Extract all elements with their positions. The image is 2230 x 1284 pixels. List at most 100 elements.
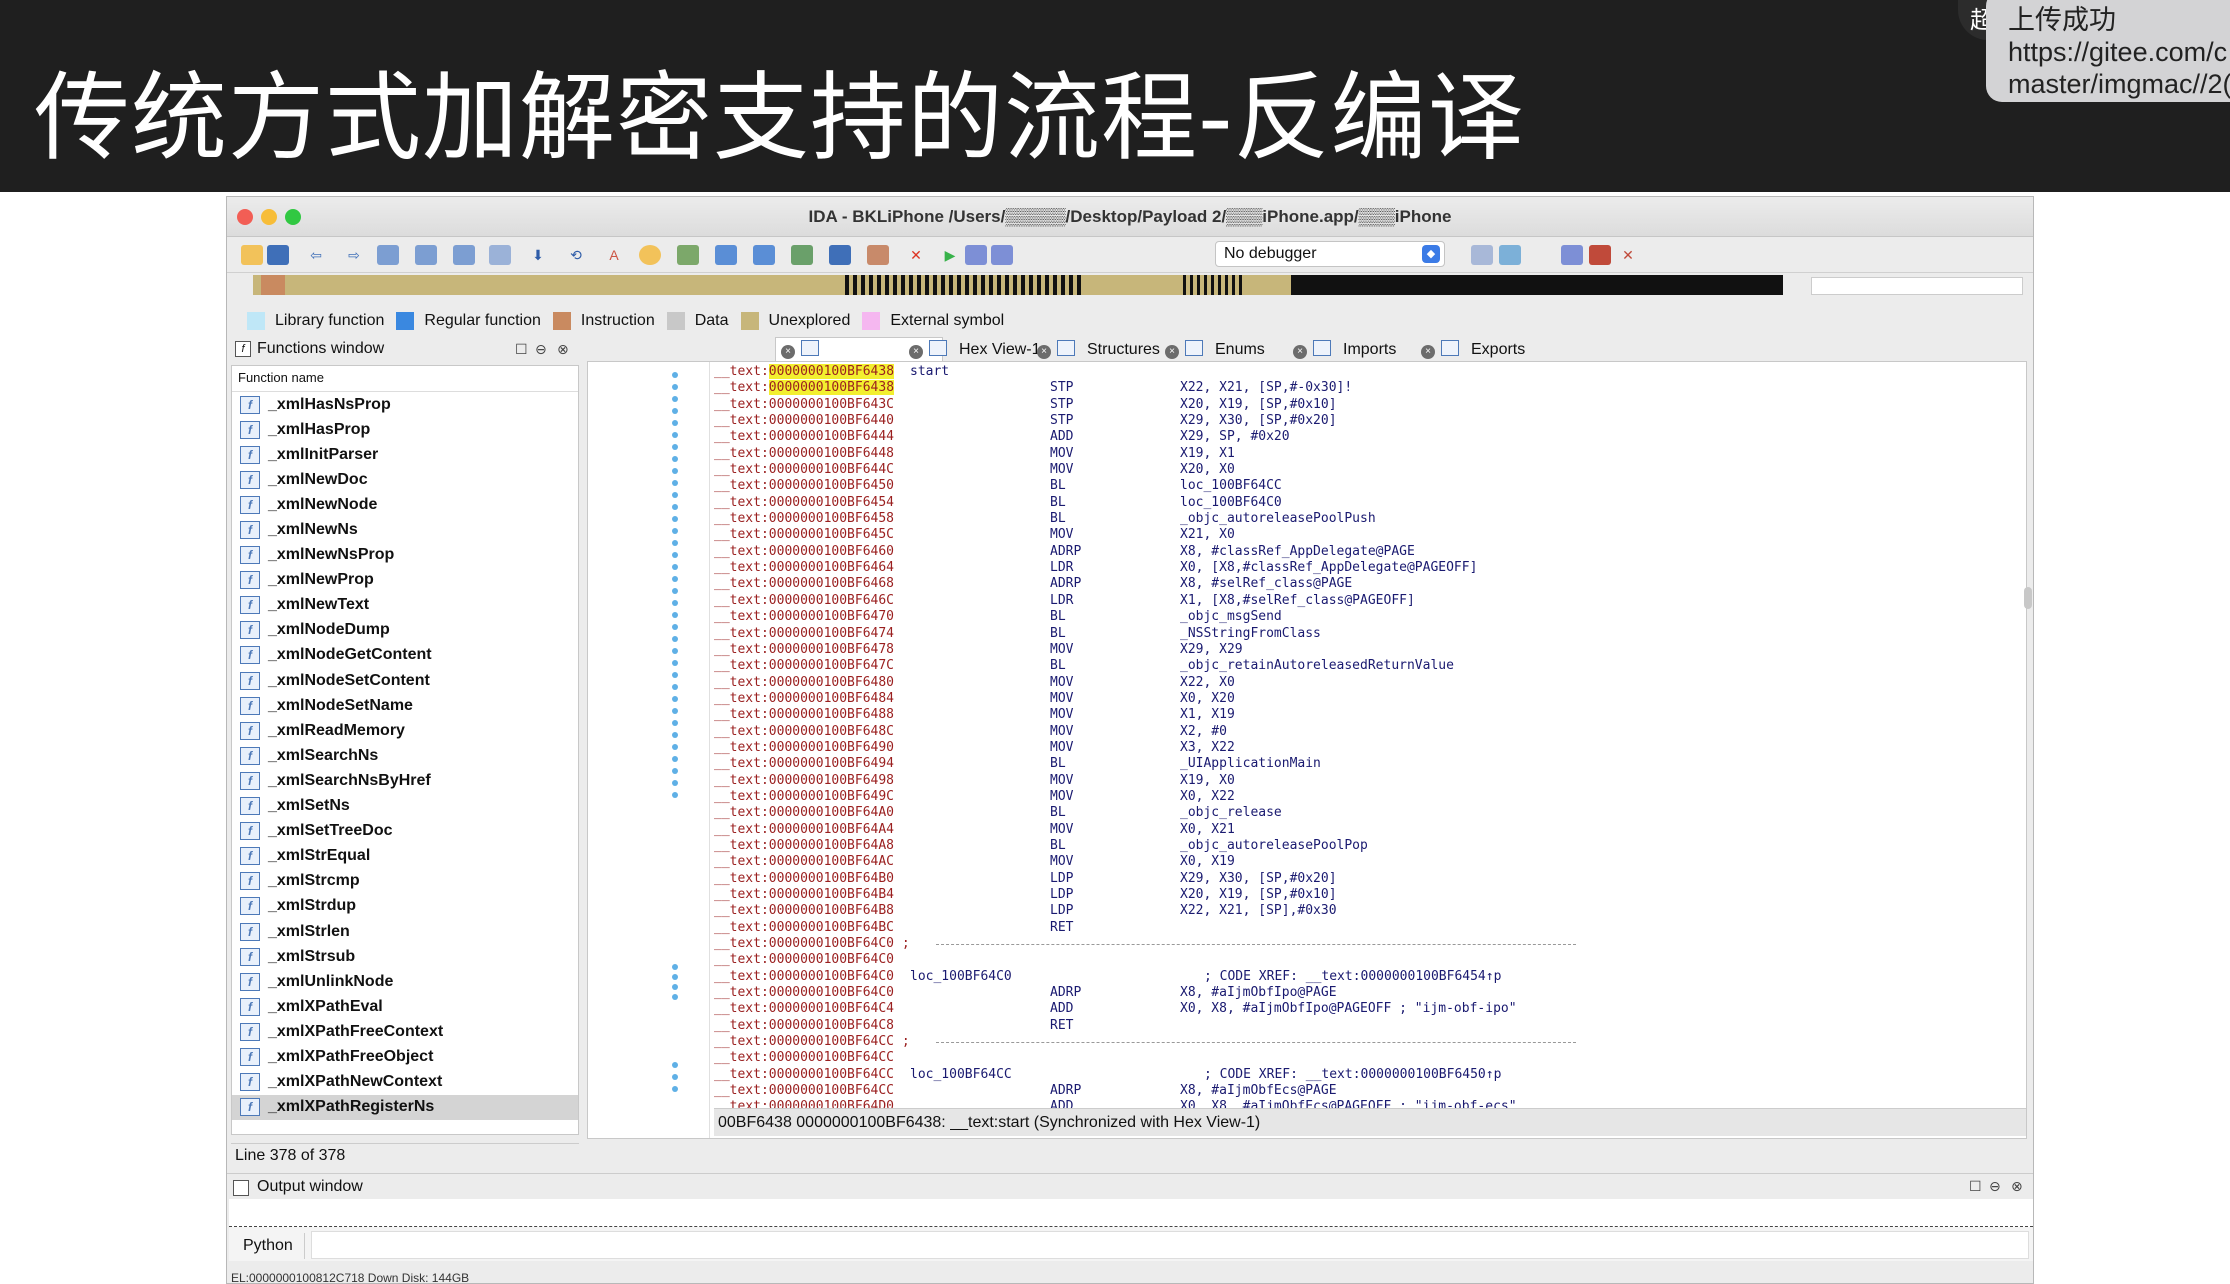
function-list-item[interactable]: f _xmlSearchNs [232,743,578,768]
disassembly-line[interactable]: __text:0000000100BF647C BL _objc_retainAut… [714,658,2014,674]
tab-ida-view[interactable]: × [781,337,831,361]
code-label[interactable]: loc_100BF64C0 [910,969,1012,985]
graph-icon[interactable] [677,245,699,265]
disassembly-line[interactable]: __text:0000000100BF64C0 ADRP X8, #aIjmObfI… [714,985,2014,1001]
debug-step-icon[interactable] [1499,245,1521,265]
function-list-item[interactable]: f _xmlStrlen [232,919,578,944]
function-list-item[interactable]: f _xmlNodeDump [232,618,578,643]
function-list-item[interactable]: f _xmlNewNs [232,517,578,542]
run-icon[interactable]: ▶ [939,245,961,265]
function-icon[interactable] [791,245,813,265]
function-list-item[interactable]: f _xmlNewText [232,593,578,618]
disassembly-line[interactable]: __text:0000000100BF6484 MOV X0, X20 [714,691,2014,707]
disassembly-line[interactable]: __text:0000000100BF648C MOV X2, #0 [714,724,2014,740]
disassembly-line[interactable]: __text:0000000100BF6444 ADD X29, SP, #0x20 [714,429,2014,445]
close-panel-icon[interactable]: ⊗ [557,341,569,358]
disassembly-line[interactable]: __text:0000000100BF644C MOV X20, X0 [714,462,2014,478]
nav-range-field[interactable] [1811,277,2023,295]
binary-icon[interactable] [453,245,475,265]
export-icon[interactable] [715,245,737,265]
disassembly-line[interactable]: __text:0000000100BF6460 ADRP X8, #classRef… [714,544,2014,560]
close-tab-icon[interactable]: × [781,345,795,359]
function-list-item[interactable]: f _xmlXPathNewContext [232,1070,578,1095]
text-search-icon[interactable]: ⟲ [565,245,587,265]
function-list-item[interactable]: f _xmlSetNs [232,794,578,819]
disassembly-line[interactable]: __text:0000000100BF6490 MOV X3, X22 [714,740,2014,756]
disassembly-line[interactable]: __text:0000000100BF6464 LDR X0, [X8,#class… [714,560,2014,576]
jump-down-icon[interactable]: ⬇ [527,245,549,265]
function-list-item[interactable]: f _xmlNodeSetContent [232,668,578,693]
tab-imports[interactable]: × Imports [1293,337,1396,361]
search-binary-icon[interactable] [489,245,511,265]
disassembly-line[interactable]: __text:0000000100BF64CC ; [714,1034,2014,1050]
tab-enums[interactable]: × Enums [1165,337,1265,361]
disassembly-line[interactable]: __text:0000000100BF64A0 BL _objc_release [714,805,2014,821]
python-button[interactable]: Python [233,1233,305,1259]
disassembly-lines[interactable]: __text:0000000100BF6438 start __text:00000… [714,364,2014,1132]
trace-icon[interactable] [1589,245,1611,265]
breakpoint-icon[interactable] [1561,245,1583,265]
function-list-item[interactable]: f _xmlXPathFreeObject [232,1044,578,1069]
close-panel-icon[interactable]: ⊗ [2011,1178,2023,1195]
close-tab-icon[interactable]: × [1037,345,1051,359]
disassembly-line[interactable]: __text:0000000100BF6468 ADRP X8, #selRef_c… [714,576,2014,592]
upload-toast[interactable]: 上传成功 https://gitee.com/c master/imgmac//… [1986,0,2230,102]
function-list-item[interactable]: f _xmlStrcmp [232,869,578,894]
function-list-item[interactable]: f _xmlStrsub [232,944,578,969]
disassembly-line[interactable]: __text:0000000100BF64AC MOV X0, X19 [714,854,2014,870]
font-icon[interactable]: A [603,245,625,265]
edit-icon[interactable] [867,245,889,265]
disassembly-line[interactable]: __text:0000000100BF64A8 BL _objc_autorelea… [714,838,2014,854]
tab-hex-view[interactable]: × Hex View-1 [909,337,1041,361]
paste-icon[interactable] [415,245,437,265]
disassembly-line[interactable]: __text:0000000100BF64CC [714,1050,2014,1066]
disassembly-line[interactable]: __text:0000000100BF6480 MOV X22, X0 [714,675,2014,691]
disassembly-line[interactable]: __text:0000000100BF64B8 LDP X22, X21, [SP]… [714,903,2014,919]
function-list-item[interactable]: f _xmlNodeSetName [232,693,578,718]
function-list-item[interactable]: f _xmlHasNsProp [232,392,578,417]
disassembly-line[interactable]: __text:0000000100BF6494 BL _UIApplicationM… [714,756,2014,772]
code-label[interactable]: loc_100BF64CC [910,1067,1012,1083]
disassembly-line[interactable]: __text:0000000100BF64B4 LDP X20, X19, [SP,… [714,887,2014,903]
disassembly-line[interactable]: __text:0000000100BF64C0 ; [714,936,2014,952]
disassembly-line[interactable]: __text:0000000100BF6458 BL _objc_autorelea… [714,511,2014,527]
close-tab-icon[interactable]: × [1421,345,1435,359]
function-list-item[interactable]: f _xmlInitParser [232,442,578,467]
disassembly-line[interactable]: __text:0000000100BF643C STP X20, X19, [SP,… [714,397,2014,413]
function-list-item[interactable]: f _xmlNodeGetContent [232,643,578,668]
function-list-item[interactable]: f _xmlReadMemory [232,718,578,743]
float-panel-icon[interactable]: ☐ [1969,1178,1982,1195]
disassembly-line[interactable]: __text:0000000100BF6438 start [714,364,2014,380]
function-list-item[interactable]: f _xmlNewNode [232,492,578,517]
disassembly-line[interactable]: __text:0000000100BF64C0 [714,952,2014,968]
disassembly-line[interactable]: __text:0000000100BF6440 STP X29, X30, [SP,… [714,413,2014,429]
disassembly-line[interactable]: __text:0000000100BF64C4 ADD X0, X8, #aIjmO… [714,1001,2014,1017]
tab-exports[interactable]: × Exports [1421,337,1525,361]
disassembly-line[interactable]: __text:0000000100BF64CC loc_100BF64CC ; CO… [714,1067,2014,1083]
save-icon[interactable] [267,245,289,265]
disassembly-line[interactable]: __text:0000000100BF6498 MOV X19, X0 [714,773,2014,789]
debugger-select[interactable]: No debugger ◆ [1215,241,1445,267]
find-icon[interactable] [639,245,661,265]
disassembly-line[interactable]: __text:0000000100BF6474 BL _NSStringFromCl… [714,626,2014,642]
delete-icon[interactable]: ✕ [905,245,927,265]
disassembly-line[interactable]: __text:0000000100BF6454 BL loc_100BF64C0 [714,495,2014,511]
open-folder-icon[interactable] [241,245,263,265]
python-command-input[interactable] [311,1231,2029,1259]
function-list-item[interactable]: f _xmlSetTreeDoc [232,819,578,844]
clear-trace-icon[interactable]: ✕ [1617,245,1639,265]
attach-icon[interactable] [1471,245,1493,265]
function-list-item[interactable]: f _xmlStrEqual [232,844,578,869]
forward-arrow-icon[interactable]: ⇨ [343,245,365,265]
float-panel-icon[interactable]: ☐ [515,341,528,358]
disassembly-line[interactable]: __text:0000000100BF64C8 RET [714,1018,2014,1034]
disassembly-view[interactable]: __text:0000000100BF6438 start __text:00000… [587,361,2027,1139]
disassembly-line[interactable]: __text:0000000100BF64A4 MOV X0, X21 [714,822,2014,838]
disassembly-line[interactable]: __text:0000000100BF64C0 loc_100BF64C0 ; CO… [714,969,2014,985]
disassembly-line[interactable]: __text:0000000100BF64CC ADRP X8, #aIjmObfE… [714,1083,2014,1099]
column-header-function-name[interactable]: Function name [232,366,578,392]
function-list-item[interactable]: f _xmlNewNsProp [232,543,578,568]
disassembly-line[interactable]: __text:0000000100BF6450 BL loc_100BF64CC [714,478,2014,494]
disassembly-line[interactable]: __text:0000000100BF64B0 LDP X29, X30, [SP,… [714,871,2014,887]
close-tab-icon[interactable]: × [1165,345,1179,359]
